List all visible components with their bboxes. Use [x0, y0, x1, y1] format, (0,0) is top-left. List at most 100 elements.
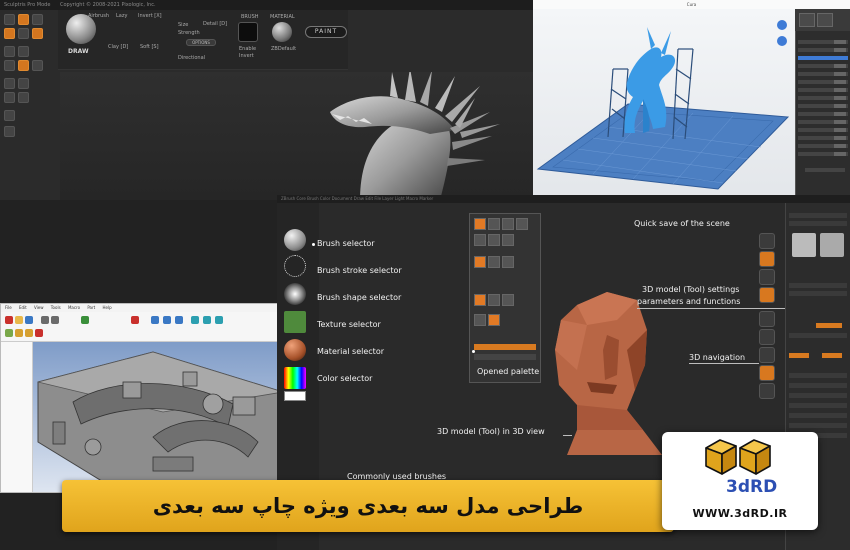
cad-menu-item[interactable]: Part	[87, 305, 95, 310]
tool-row[interactable]	[789, 403, 847, 408]
setting-row[interactable]	[798, 80, 848, 84]
cad-menu-item[interactable]: View	[34, 305, 44, 310]
texture-selector-icon[interactable]	[284, 311, 306, 333]
tool-button[interactable]	[32, 14, 43, 25]
undo-icon[interactable]	[41, 316, 49, 324]
setting-row[interactable]	[798, 56, 848, 60]
tool-button[interactable]	[4, 126, 15, 137]
tool-button[interactable]	[32, 28, 43, 39]
tool-button[interactable]	[18, 78, 29, 89]
lazy-label[interactable]: Lazy	[116, 13, 127, 19]
tool-button[interactable]	[4, 110, 15, 121]
new-file-icon[interactable]	[5, 316, 13, 324]
open-folder-icon[interactable]	[15, 316, 23, 324]
workbench-icon[interactable]	[81, 316, 89, 324]
setting-row[interactable]	[798, 88, 848, 92]
strength-label[interactable]: Strength	[178, 30, 200, 36]
tool-button[interactable]	[32, 60, 43, 71]
tool-row[interactable]	[789, 353, 809, 358]
stroke-selector-icon[interactable]	[284, 255, 306, 277]
paint-button[interactable]: PAINT	[305, 26, 347, 38]
nav-button[interactable]	[759, 365, 775, 381]
size-label[interactable]: Size	[178, 22, 188, 28]
pad-icon[interactable]	[15, 329, 23, 337]
cad-menu-item[interactable]: Macro	[68, 305, 80, 310]
view-icon[interactable]	[215, 316, 223, 324]
slicer-blue-button[interactable]	[777, 36, 787, 46]
setting-row[interactable]	[798, 144, 848, 148]
palette-button[interactable]	[488, 314, 500, 326]
nav-button[interactable]	[759, 251, 775, 267]
palette-button[interactable]	[474, 256, 486, 268]
pocket-icon[interactable]	[25, 329, 33, 337]
sketch-icon[interactable]	[5, 329, 13, 337]
detail-label[interactable]: Detail [D]	[203, 21, 227, 27]
alpha-selector-icon[interactable]	[284, 283, 306, 305]
setting-row[interactable]	[798, 120, 848, 124]
setting-row[interactable]	[798, 136, 848, 140]
palette-button[interactable]	[502, 256, 514, 268]
tool-button[interactable]	[4, 78, 15, 89]
tool-button[interactable]	[4, 14, 15, 25]
setting-row[interactable]	[798, 96, 848, 100]
palette-button[interactable]	[488, 218, 500, 230]
palette-button[interactable]	[474, 234, 486, 246]
palette-button[interactable]	[502, 218, 514, 230]
invert-label[interactable]: Invert [X]	[138, 13, 162, 19]
setting-row[interactable]	[798, 152, 848, 156]
tool-row[interactable]	[789, 393, 847, 398]
logo-url[interactable]: WWW.3dRD.IR	[662, 507, 818, 520]
tool-row[interactable]	[789, 413, 847, 418]
palette-button[interactable]	[488, 234, 500, 246]
tool-button[interactable]	[18, 46, 29, 57]
brush-swatch[interactable]	[238, 22, 258, 42]
palette-slider[interactable]	[474, 344, 536, 350]
nav-button[interactable]	[759, 287, 775, 303]
view-icon[interactable]	[203, 316, 211, 324]
tool-row[interactable]	[816, 323, 842, 328]
tool-button[interactable]	[4, 28, 15, 39]
save-icon[interactable]	[25, 316, 33, 324]
tool-row[interactable]	[789, 333, 847, 338]
slicer-blue-button[interactable]	[777, 20, 787, 30]
cad-menu-item[interactable]: File	[5, 305, 12, 310]
view-icon[interactable]	[191, 316, 199, 324]
options-button[interactable]: OPTIONS	[186, 39, 216, 46]
slicer-tab[interactable]	[817, 13, 833, 27]
palette-button[interactable]	[488, 294, 500, 306]
tool-button[interactable]	[18, 14, 29, 25]
tool-row[interactable]	[789, 213, 847, 218]
part-icon[interactable]	[163, 316, 171, 324]
palette-slider[interactable]	[474, 354, 536, 360]
tool-row[interactable]	[789, 373, 847, 378]
clay-label[interactable]: Clay [D]	[108, 44, 128, 50]
cad-3d-view[interactable]	[33, 342, 281, 492]
setting-row[interactable]	[798, 112, 848, 116]
soft-label[interactable]: Soft [S]	[140, 44, 159, 50]
airbrush-label[interactable]: Airbrush	[88, 13, 109, 19]
quick-save-button[interactable]	[759, 233, 775, 249]
tool-button[interactable]	[4, 46, 15, 57]
part-icon[interactable]	[151, 316, 159, 324]
tool-button[interactable]	[18, 28, 29, 39]
redo-icon[interactable]	[51, 316, 59, 324]
setting-row[interactable]	[798, 104, 848, 108]
macro-icon[interactable]	[131, 316, 139, 324]
invert2-label[interactable]: Invert	[239, 53, 254, 59]
slicer-3d-view[interactable]	[533, 9, 795, 200]
cad-menu-item[interactable]: Edit	[19, 305, 27, 310]
nav-button[interactable]	[759, 329, 775, 345]
enable-label[interactable]: Enable	[239, 46, 256, 52]
tool-button[interactable]	[18, 92, 29, 103]
tool-row[interactable]	[789, 283, 847, 288]
tool-row[interactable]	[822, 353, 842, 358]
tool-button[interactable]	[4, 60, 15, 71]
palette-button[interactable]	[488, 256, 500, 268]
palette-button[interactable]	[474, 294, 486, 306]
palette-button[interactable]	[502, 234, 514, 246]
tool-row[interactable]	[789, 383, 847, 388]
directional-label[interactable]: Directional	[178, 55, 205, 61]
palette-button[interactable]	[502, 294, 514, 306]
setting-row[interactable]	[798, 128, 848, 132]
color-selector-icon[interactable]	[284, 367, 306, 389]
